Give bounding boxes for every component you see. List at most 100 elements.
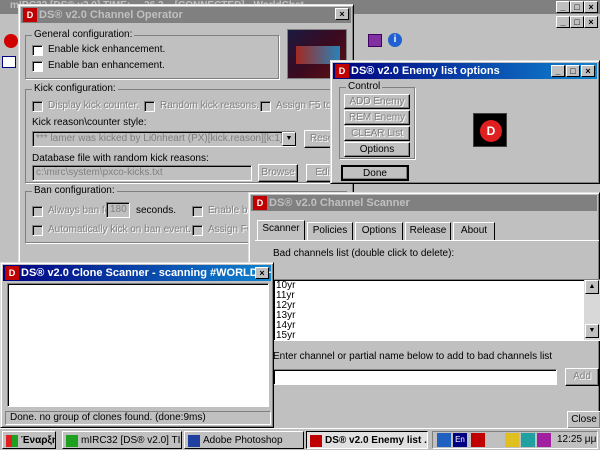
language-indicator[interactable]: En xyxy=(453,433,467,447)
display-counter-checkbox[interactable] xyxy=(32,101,43,112)
taskbar-photoshop-label: Adobe Photoshop xyxy=(203,435,283,446)
bad-channels-label: Bad channels list (double click to delet… xyxy=(273,248,455,259)
kick-enhancement-label: Enable kick enhancement. xyxy=(48,44,166,55)
mirc-min-button[interactable]: _ xyxy=(556,1,570,13)
taskbar-enemy-list-button[interactable]: DS® v2.0 Enemy list ... xyxy=(306,431,428,449)
mirc-child-max-button[interactable]: □ xyxy=(570,16,584,28)
speaker-icon[interactable] xyxy=(505,433,519,447)
taskbar-mirc-button[interactable]: mIRC32 [DS® v2.0] TIME:... xyxy=(62,431,182,449)
enemy-close-button[interactable]: × xyxy=(581,65,595,77)
random-reasons-checkbox[interactable] xyxy=(144,101,155,112)
paw-mark: D xyxy=(480,120,502,142)
enable-ban-checkbox[interactable] xyxy=(192,206,203,217)
photoshop-icon xyxy=(188,435,200,447)
auto-kick-label: Automatically kick on ban event. xyxy=(48,224,191,235)
seconds-label: seconds. xyxy=(136,205,177,216)
taskbar-photoshop-button[interactable]: Adobe Photoshop xyxy=(184,431,304,449)
disconnect-icon[interactable] xyxy=(4,34,18,48)
ds-app-icon: D xyxy=(253,196,267,210)
enemy-title-bar: D DS® v2.0 Enemy list options _ □ × xyxy=(333,63,597,79)
tab-policies[interactable]: Policies xyxy=(307,222,353,240)
operator-close-button[interactable]: × xyxy=(335,8,349,20)
general-config-group: General configuration: Enable kick enhan… xyxy=(25,29,279,79)
enemy-title: DS® v2.0 Enemy list options xyxy=(351,65,500,77)
operator-title-bar: D DS® v2.0 Channel Operator × xyxy=(21,7,351,23)
windows-logo-icon xyxy=(6,435,18,447)
always-ban-label: Always ban for xyxy=(48,205,114,216)
clone-scanner-window: D DS® v2.0 Clone Scanner - scanning #WOR… xyxy=(0,262,274,428)
mirc-child-min-button[interactable]: _ xyxy=(556,16,570,28)
tab-options[interactable]: Options xyxy=(355,222,403,240)
db-file-input[interactable]: c:\mirc\system\pxco-kicks.txt xyxy=(32,165,252,181)
enter-channel-label: Enter channel or partial name below to a… xyxy=(273,351,553,362)
taskbar-enemy-label: DS® v2.0 Enemy list ... xyxy=(325,435,428,446)
taskbar-mirc-label: mIRC32 [DS® v2.0] TIME:... xyxy=(81,435,181,446)
ban-enhancement-label: Enable ban enhancement. xyxy=(48,60,165,71)
info-icon[interactable]: i xyxy=(388,33,402,47)
channel-scanner-window: D DS® v2.0 Channel Scanner Scanner Polic… xyxy=(248,192,600,432)
done-button[interactable]: Done xyxy=(341,165,409,181)
enemy-list-window: D DS® v2.0 Enemy list options _ □ × Cont… xyxy=(330,60,600,184)
always-ban-checkbox[interactable] xyxy=(32,206,43,217)
ban-seconds-input[interactable]: 180 xyxy=(106,202,130,218)
kick-style-dropdown-arrow[interactable]: ▼ xyxy=(282,132,296,146)
channel-list-item[interactable]: 15yr xyxy=(276,331,295,341)
mirc-max-button[interactable]: □ xyxy=(570,1,584,13)
book-icon[interactable] xyxy=(368,34,382,47)
scanner-title-bar: D DS® v2.0 Channel Scanner xyxy=(251,195,597,211)
browse-button[interactable]: Browse xyxy=(258,164,298,182)
assign-f6-checkbox[interactable] xyxy=(192,225,203,236)
tab-release[interactable]: Release xyxy=(405,222,451,240)
ds-app-icon: D xyxy=(335,64,349,78)
enemy-control-legend: Control xyxy=(346,81,383,92)
clone-title-bar: D DS® v2.0 Clone Scanner - scanning #WOR… xyxy=(3,265,271,281)
clone-results-list[interactable] xyxy=(7,283,269,407)
db-file-label: Database file with random kick reasons: xyxy=(32,153,209,164)
scheduler-icon[interactable] xyxy=(521,433,535,447)
kick-enhancement-checkbox[interactable] xyxy=(32,45,43,56)
clear-list-button[interactable]: CLEAR List xyxy=(344,126,410,141)
kick-config-group: Kick configuration: Display kick counter… xyxy=(25,83,352,183)
kick-style-label: Kick reason\counter style: xyxy=(32,117,147,128)
scanner-title: DS® v2.0 Channel Scanner xyxy=(269,197,410,209)
auto-kick-checkbox[interactable] xyxy=(32,225,43,236)
scroll-up-arrow[interactable]: ▲ xyxy=(585,280,599,294)
clone-status-text: Done. no group of clones found. (done:9m… xyxy=(10,412,206,423)
scanner-close-button[interactable]: Close xyxy=(567,411,600,429)
general-config-legend: General configuration: xyxy=(32,29,135,40)
clone-close-button[interactable]: × xyxy=(255,267,269,279)
display-icon[interactable] xyxy=(437,433,451,447)
operator-title: DS® v2.0 Channel Operator xyxy=(39,9,183,21)
mirc-close-button[interactable]: × xyxy=(584,1,598,13)
scroll-down-arrow[interactable]: ▼ xyxy=(585,324,599,338)
channel-list-scrollbar[interactable]: ▲ ▼ xyxy=(584,280,600,340)
tab-about[interactable]: About xyxy=(453,222,495,240)
bad-channels-list[interactable]: 10yr 11yr 12yr 13yr 14yr 15yr ▲ ▼ xyxy=(273,279,600,341)
add-channel-button[interactable]: Add xyxy=(565,368,599,386)
system-tray: En 12:25 μμ xyxy=(432,431,598,449)
ds-app-icon xyxy=(310,435,322,447)
enemy-max-button[interactable]: □ xyxy=(566,65,580,77)
ds-app-icon: D xyxy=(23,8,37,22)
channel-name-input[interactable] xyxy=(273,369,557,385)
taskbar: Έναρξη mIRC32 [DS® v2.0] TIME:... Adobe … xyxy=(0,428,600,450)
start-label: Έναρξη xyxy=(21,435,56,446)
tab-scanner[interactable]: Scanner xyxy=(257,220,305,240)
ban-config-legend: Ban configuration: xyxy=(32,185,117,196)
ds-paw-logo-icon: D xyxy=(473,113,507,147)
antivirus-icon[interactable] xyxy=(537,433,551,447)
channel-icon[interactable] xyxy=(2,56,16,68)
assign-f5-checkbox[interactable] xyxy=(260,101,271,112)
network-icon[interactable] xyxy=(471,433,485,447)
start-button[interactable]: Έναρξη xyxy=(2,431,56,449)
display-counter-label: Display kick counter. xyxy=(48,100,140,111)
clock: 12:25 μμ xyxy=(557,434,597,445)
enemy-min-button[interactable]: _ xyxy=(551,65,565,77)
add-enemy-button[interactable]: ADD Enemy xyxy=(344,94,410,109)
mirc-child-close-button[interactable]: × xyxy=(584,16,598,28)
rem-enemy-button[interactable]: REM Enemy xyxy=(344,110,410,125)
ds-app-icon: D xyxy=(5,266,19,280)
enemy-options-button[interactable]: Options xyxy=(344,142,410,157)
ban-enhancement-checkbox[interactable] xyxy=(32,61,43,72)
kick-style-select[interactable]: *** lamer was kicked by Li0nheart (PX)[k… xyxy=(32,131,296,147)
